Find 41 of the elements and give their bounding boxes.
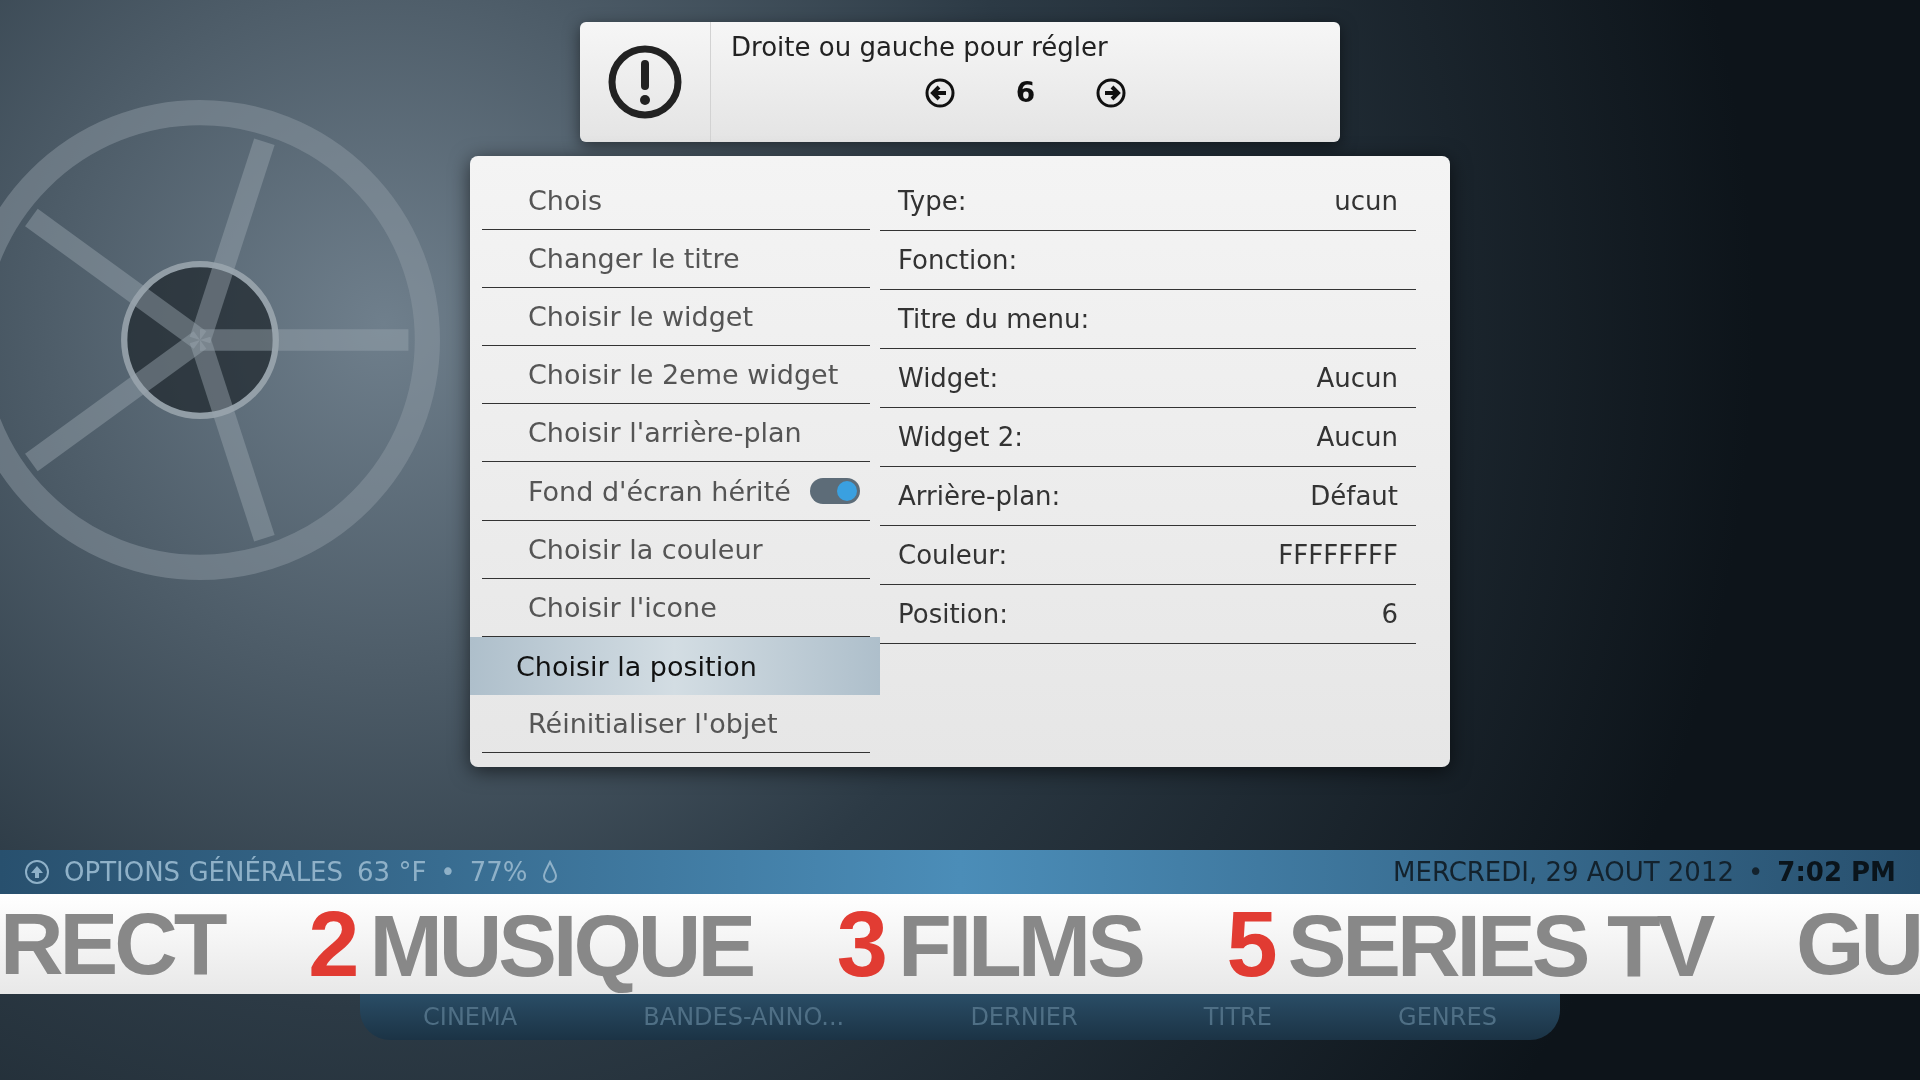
- property-value: FFFFFFFF: [1278, 540, 1398, 570]
- property-label: Position:: [898, 599, 1008, 629]
- menu-item[interactable]: Choisir l'arrière-plan: [482, 404, 870, 462]
- right-arrow-icon[interactable]: [1095, 76, 1128, 109]
- menu-item-label: Fond d'écran hérité: [528, 475, 791, 507]
- temperature: 63 °F: [357, 857, 427, 887]
- property-label: Fonction:: [898, 245, 1018, 275]
- property-label: Type:: [898, 186, 967, 216]
- menu-item[interactable]: Chois: [482, 172, 870, 230]
- menu-item[interactable]: Choisir le widget: [482, 288, 870, 346]
- property-label: Widget:: [898, 363, 999, 393]
- home-menu-item[interactable]: RECT: [0, 900, 224, 988]
- spin-value: 6: [1015, 76, 1036, 109]
- menu-item[interactable]: Choisir le 2eme widget: [482, 346, 870, 404]
- clock-time: 7:02 PM: [1777, 857, 1896, 887]
- toggle-switch[interactable]: [810, 478, 860, 504]
- property-value: Aucun: [1316, 363, 1398, 393]
- dialog-message: Droite ou gauche pour régler: [731, 32, 1109, 62]
- date-text: MERCREDI, 29 AOUT 2012: [1393, 857, 1734, 887]
- warning-icon: [607, 44, 683, 120]
- menu-item[interactable]: Choisir la position: [470, 637, 880, 695]
- property-label: Arrière-plan:: [898, 481, 1061, 511]
- drop-icon: [541, 860, 558, 884]
- home-menu-item[interactable]: GU: [1796, 900, 1920, 988]
- separator-dot: •: [1748, 857, 1764, 887]
- property-label: Titre du menu:: [898, 304, 1090, 334]
- property-value: Aucun: [1316, 422, 1398, 452]
- property-value: Défaut: [1310, 481, 1398, 511]
- menu-item[interactable]: Fond d'écran hérité: [482, 462, 870, 521]
- property-value: ucun: [1334, 186, 1398, 216]
- section-title: OPTIONS GÉNÉRALES: [64, 857, 344, 887]
- menu-item[interactable]: Changer le titre: [482, 230, 870, 288]
- property-label: Widget 2:: [898, 422, 1024, 452]
- menu-number: 2: [308, 894, 356, 994]
- humidity: 77%: [469, 857, 528, 887]
- property-label: Couleur:: [898, 540, 1008, 570]
- menu-item[interactable]: Réinitialiser l'objet: [482, 695, 870, 753]
- separator-dot: •: [440, 857, 456, 887]
- left-arrow-icon[interactable]: [923, 76, 956, 109]
- menu-item[interactable]: Choisir la couleur: [482, 521, 870, 579]
- property-value: 6: [1381, 599, 1398, 629]
